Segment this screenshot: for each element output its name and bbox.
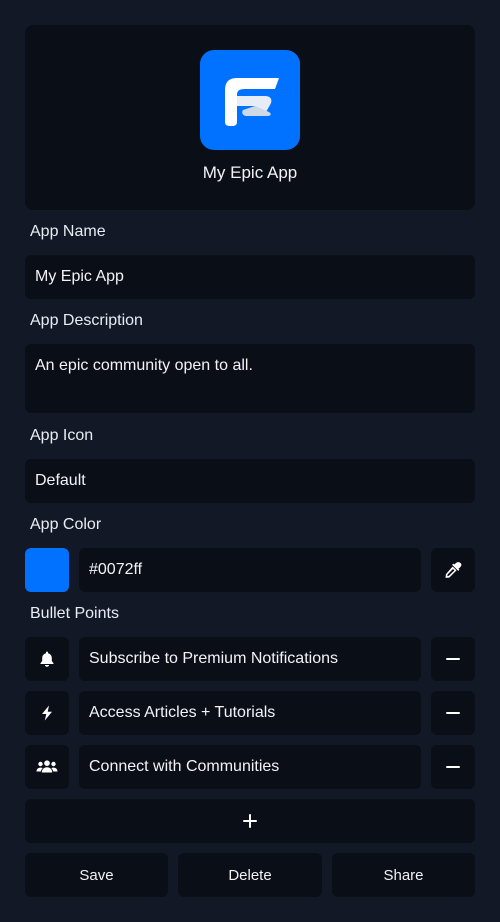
lightning-icon bbox=[42, 705, 52, 721]
app-description-input[interactable]: An epic community open to all. bbox=[25, 344, 475, 413]
app-icon-select[interactable]: Default bbox=[25, 459, 475, 503]
eyedropper-icon bbox=[445, 562, 462, 578]
bullet-text-input[interactable]: Connect with Communities bbox=[79, 745, 421, 789]
delete-button[interactable]: Delete bbox=[178, 853, 322, 897]
app-name-input[interactable]: My Epic App bbox=[25, 255, 475, 299]
remove-bullet-button[interactable] bbox=[431, 691, 475, 735]
share-button[interactable]: Share bbox=[332, 853, 475, 897]
preview-app-name: My Epic App bbox=[202, 163, 298, 182]
bullet-text-input[interactable]: Subscribe to Premium Notifications bbox=[79, 637, 421, 681]
add-bullet-button[interactable] bbox=[25, 799, 475, 843]
app-logo bbox=[200, 50, 300, 150]
app-preview-card: My Epic App bbox=[25, 25, 475, 210]
app-icon-label: App Icon bbox=[30, 427, 94, 444]
bullet-icon-button[interactable] bbox=[25, 637, 69, 681]
minus-icon bbox=[446, 658, 460, 660]
app-logo-icon bbox=[225, 78, 279, 126]
bullet-icon-button[interactable] bbox=[25, 745, 69, 789]
bullet-text-input[interactable]: Access Articles + Tutorials bbox=[79, 691, 421, 735]
color-hex-input[interactable]: #0072ff bbox=[79, 548, 421, 592]
app-name-label: App Name bbox=[30, 223, 106, 240]
save-button[interactable]: Save bbox=[25, 853, 168, 897]
bullet-icon-button[interactable] bbox=[25, 691, 69, 735]
color-swatch[interactable] bbox=[25, 548, 69, 592]
remove-bullet-button[interactable] bbox=[431, 745, 475, 789]
bullet-points-label: Bullet Points bbox=[30, 605, 119, 622]
app-color-label: App Color bbox=[30, 516, 102, 533]
app-description-label: App Description bbox=[30, 312, 143, 329]
minus-icon bbox=[446, 766, 460, 768]
users-icon bbox=[36, 760, 58, 773]
remove-bullet-button[interactable] bbox=[431, 637, 475, 681]
color-picker-button[interactable] bbox=[431, 548, 475, 592]
plus-icon bbox=[243, 814, 257, 828]
bell-icon bbox=[40, 651, 54, 667]
minus-icon bbox=[446, 712, 460, 714]
